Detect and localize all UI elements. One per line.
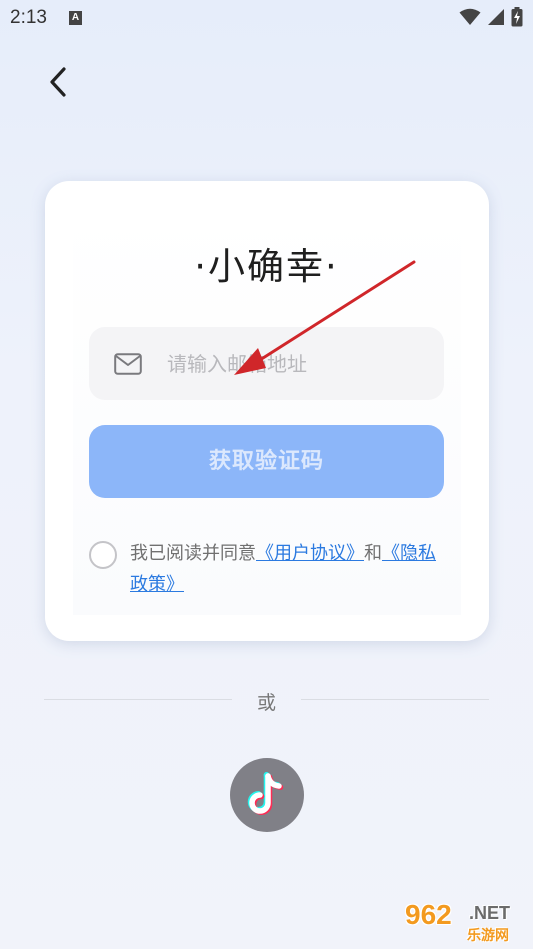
battery-icon (511, 7, 523, 27)
status-icons (459, 7, 523, 27)
agreement-text: 我已阅读并同意《用户协议》和《隐私政策》 (130, 538, 450, 600)
app-title: ·小确幸· (194, 245, 339, 288)
agreement-checkbox[interactable] (89, 541, 117, 569)
chevron-left-icon (50, 67, 66, 97)
email-input[interactable] (167, 351, 427, 376)
divider-label: 或 (256, 692, 276, 714)
watermark-logo: 962 .NET 乐游网 (399, 899, 527, 944)
wifi-icon (459, 8, 481, 25)
status-bar: 2:13 A (0, 0, 533, 36)
tiktok-login-button[interactable] (230, 758, 304, 832)
agreement-prefix: 我已阅读并同意 (130, 543, 256, 564)
watermark-domain: .NET (469, 903, 511, 923)
a-icon: A (68, 11, 82, 25)
watermark-site: 乐游网 (467, 928, 509, 944)
status-time: 2:13 (10, 7, 47, 28)
email-field[interactable] (89, 327, 444, 400)
watermark-number: 962 (405, 899, 452, 930)
mail-icon (114, 352, 142, 375)
signal-icon (488, 9, 504, 25)
back-button[interactable] (38, 62, 78, 102)
agreement-and: 和 (364, 543, 382, 564)
user-agreement-link[interactable]: 《用户协议》 (256, 543, 364, 564)
tiktok-icon (247, 772, 284, 815)
get-code-button[interactable]: 获取验证码 (89, 425, 444, 498)
